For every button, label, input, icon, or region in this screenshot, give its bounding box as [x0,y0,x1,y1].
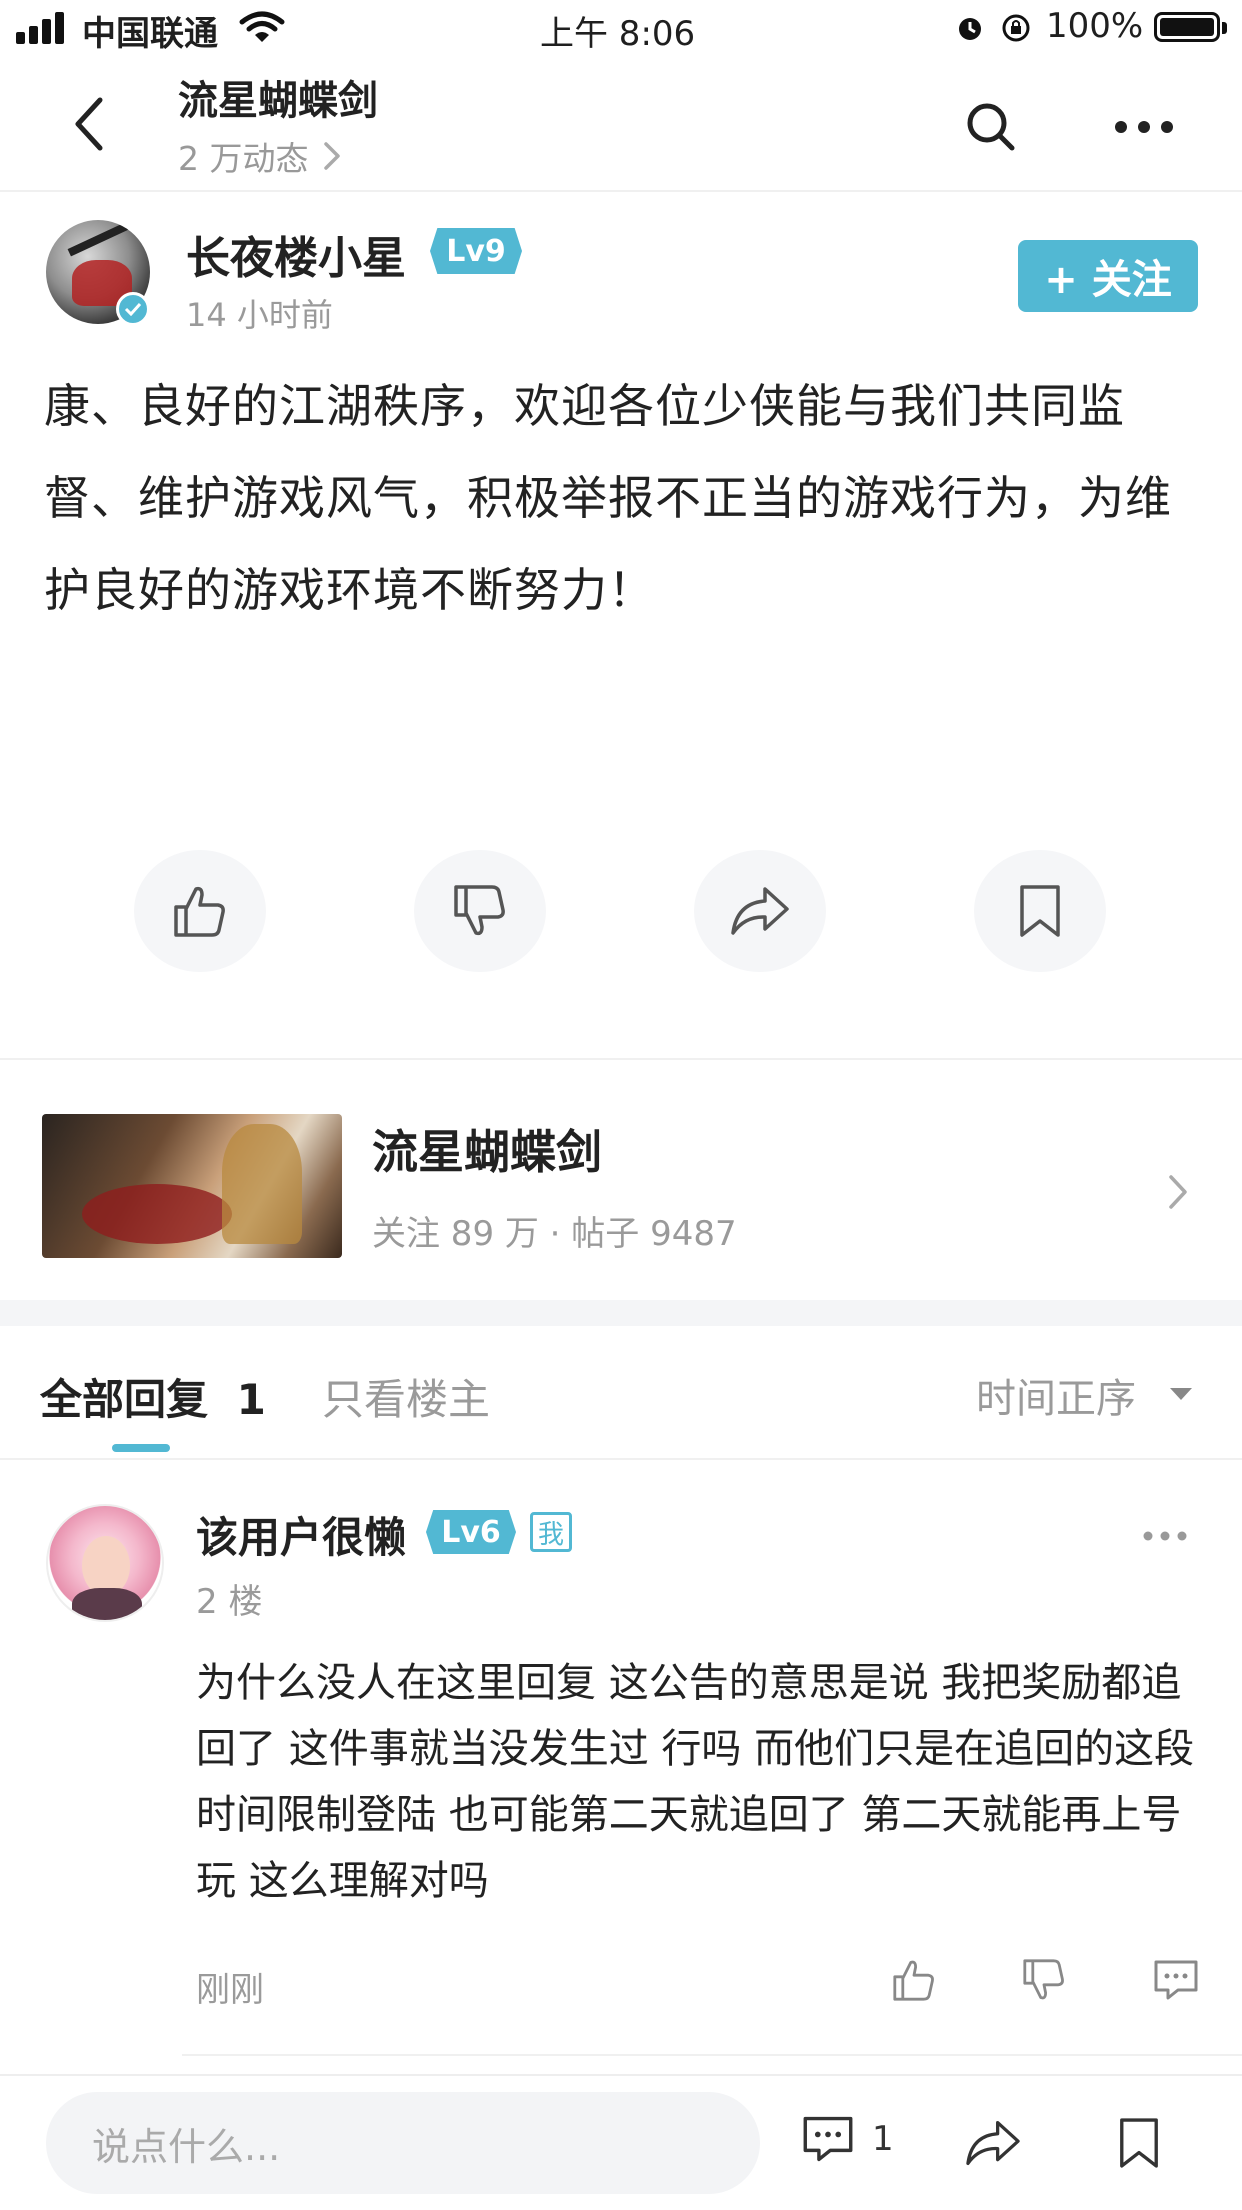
nav-bar: 流星蝴蝶剑 2 万动态 [0,56,1242,192]
battery-icon [1154,12,1220,42]
community-banner-image [42,1114,342,1258]
alarm-icon [959,18,981,40]
thumbs-down-icon [454,885,505,936]
divider [182,2054,1242,2056]
bookmark-button[interactable] [1104,2108,1174,2178]
more-dots-icon [1115,121,1173,133]
reply-more-button[interactable] [1130,1516,1200,1556]
reply-dislike-button[interactable] [1014,1950,1074,2010]
tab-all-replies-label: 全部回复 [40,1375,209,1424]
dynamics-link[interactable]: 2 万动态 [178,132,341,180]
bottom-bar: 说点什么... 1 [0,2074,1242,2210]
post-time: 14 小时前 [186,296,333,334]
reply-time: 刚刚 [196,1970,264,2010]
sort-label: 时间正序 [976,1376,1136,1422]
reply-count: 1 [236,1375,266,1424]
more-button[interactable] [1106,92,1182,162]
community-name: 流星蝴蝶剑 [372,1125,602,1179]
like-button[interactable] [134,850,266,972]
share-icon [731,887,789,935]
bookmark-icon [1020,885,1060,937]
author-name[interactable]: 长夜楼小星 [186,222,406,286]
community-stats: 关注 89 万 · 帖子 9487 [372,1214,737,1254]
reply-tabs: 全部回复 1 只看楼主 时间正序 [0,1326,1242,1460]
bookmark-icon [1120,2118,1158,2168]
reply-comment-button[interactable] [1146,1950,1206,2010]
reply-like-button[interactable] [884,1950,944,2010]
thumbs-down-icon [1023,1959,1064,2000]
comment-input[interactable]: 说点什么... [46,2092,760,2194]
share-button[interactable] [958,2108,1028,2178]
battery-percent: 100% [1046,6,1144,46]
reply-level-badge: Lv6 [426,1510,516,1554]
rotation-lock-icon [1002,14,1030,42]
post-body: 康、良好的江湖秩序，欢迎各位少侠能与我们共同监督、维护游戏风气，积极举报不正当的… [44,379,1172,617]
verified-icon [116,292,150,326]
comment-count: 1 [872,2119,894,2159]
sort-dropdown[interactable]: 时间正序 [976,1366,1192,1424]
page-title: 流星蝴蝶剑 [178,78,378,124]
clock: 上午 8:06 [540,14,696,54]
status-bar: 中国联通 上午 8:06 100% [0,0,1242,56]
comment-input-placeholder: 说点什么... [92,2124,281,2169]
me-tag: 我 [530,1512,572,1552]
dynamics-count: 2 万动态 [178,139,309,178]
comment-icon [1154,1960,1198,2000]
chevron-right-icon [323,142,340,170]
comments-button[interactable]: 1 [800,2114,894,2164]
active-tab-indicator [112,1444,170,1452]
reply-text: 为什么没人在这里回复 这公告的意思是说 我把奖励都追回了 这件事就当没发生过 行… [196,1660,1195,1904]
tab-all-replies[interactable]: 全部回复 1 [40,1366,266,1427]
wifi-icon [239,11,285,42]
signal-icon [16,10,70,44]
more-dots-icon [1143,1531,1187,1541]
thumbs-up-icon [174,886,225,937]
caret-down-icon [1170,1388,1192,1400]
community-card[interactable]: 流星蝴蝶剑 关注 89 万 · 帖子 9487 [0,1060,1242,1300]
reply-user-name[interactable]: 该用户很懒 [196,1504,406,1565]
carrier-name: 中国联通 [82,14,218,54]
back-button[interactable] [60,94,120,154]
share-icon [966,2120,1020,2166]
search-button[interactable] [956,92,1026,162]
thumbs-up-icon [893,1960,934,2001]
reply-avatar[interactable] [46,1504,164,1622]
bookmark-button[interactable] [974,850,1106,972]
section-divider [0,1300,1242,1326]
comment-icon [803,2116,853,2162]
dislike-button[interactable] [414,850,546,972]
chevron-left-icon [75,97,103,151]
search-icon [967,103,1015,151]
share-button[interactable] [694,850,826,972]
reply-floor: 2 楼 [196,1582,263,1622]
author-level-badge: Lv9 [430,228,522,274]
tab-owner-only[interactable]: 只看楼主 [322,1366,490,1427]
follow-button[interactable]: + 关注 [1018,240,1198,312]
chevron-right-icon [1169,1175,1187,1209]
